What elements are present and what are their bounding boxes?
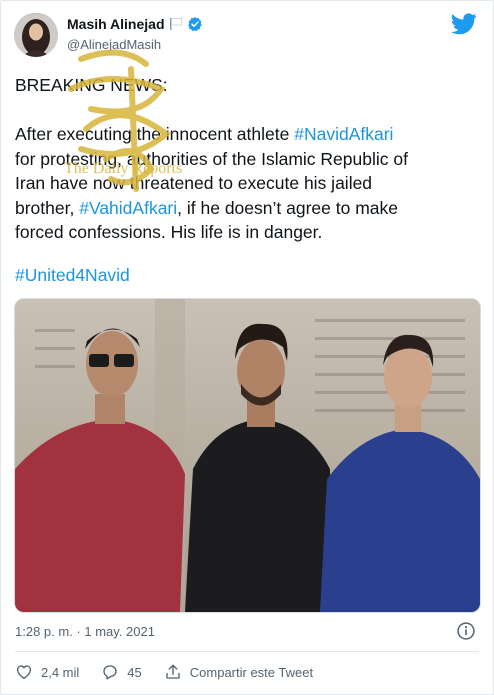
share-label: Compartir este Tweet <box>189 664 314 680</box>
tweet-photo[interactable] <box>14 298 481 613</box>
hashtag-link[interactable]: #NavidAfkari <box>294 124 393 144</box>
reply-button[interactable]: 45 <box>101 663 142 681</box>
tweet-date[interactable]: 1 may. 2021 <box>84 624 155 639</box>
reply-icon <box>103 665 117 680</box>
tweet-timestamp[interactable]: 1:28 p. m. · 1 may. 2021 <box>15 624 155 639</box>
author-name[interactable]: Masih Alinejad <box>67 16 165 32</box>
hashtag-link[interactable]: #VahidAfkari <box>79 198 177 218</box>
author-name-row[interactable]: Masih Alinejad <box>67 16 203 32</box>
tweet-heading: BREAKING NEWS: <box>15 75 168 95</box>
like-button[interactable]: 2,4 mil <box>15 663 79 681</box>
twitter-bird-icon[interactable] <box>451 13 477 35</box>
tweet-time[interactable]: 1:28 p. m. <box>15 624 73 639</box>
tweet-text-part: After executing the innocent athlete <box>15 124 295 144</box>
heart-icon <box>16 665 32 680</box>
reply-count: 45 <box>127 664 142 680</box>
like-count: 2,4 mil <box>41 664 80 680</box>
hashtag-link[interactable]: #United4Navid <box>15 263 130 288</box>
tweet-body: After executing the innocent athlete #Na… <box>15 122 481 245</box>
info-icon[interactable] <box>456 621 476 641</box>
photo-illustration <box>15 299 480 612</box>
watermark-text: The Daily Reports <box>64 160 183 177</box>
action-bar: 2,4 mil 45 Compartir este Tweet <box>15 663 335 681</box>
verified-badge-icon <box>187 17 202 32</box>
divider <box>15 651 479 652</box>
author-handle[interactable]: @AlinejadMasih <box>67 37 161 52</box>
avatar[interactable] <box>14 13 58 57</box>
timestamp-separator: · <box>72 624 85 639</box>
tweet-card: Masih Alinejad @AlinejadMasih BREAKING N… <box>0 0 494 695</box>
share-button[interactable]: Compartir este Tweet <box>164 663 313 681</box>
share-icon <box>166 664 180 679</box>
flag-icon <box>169 18 182 30</box>
